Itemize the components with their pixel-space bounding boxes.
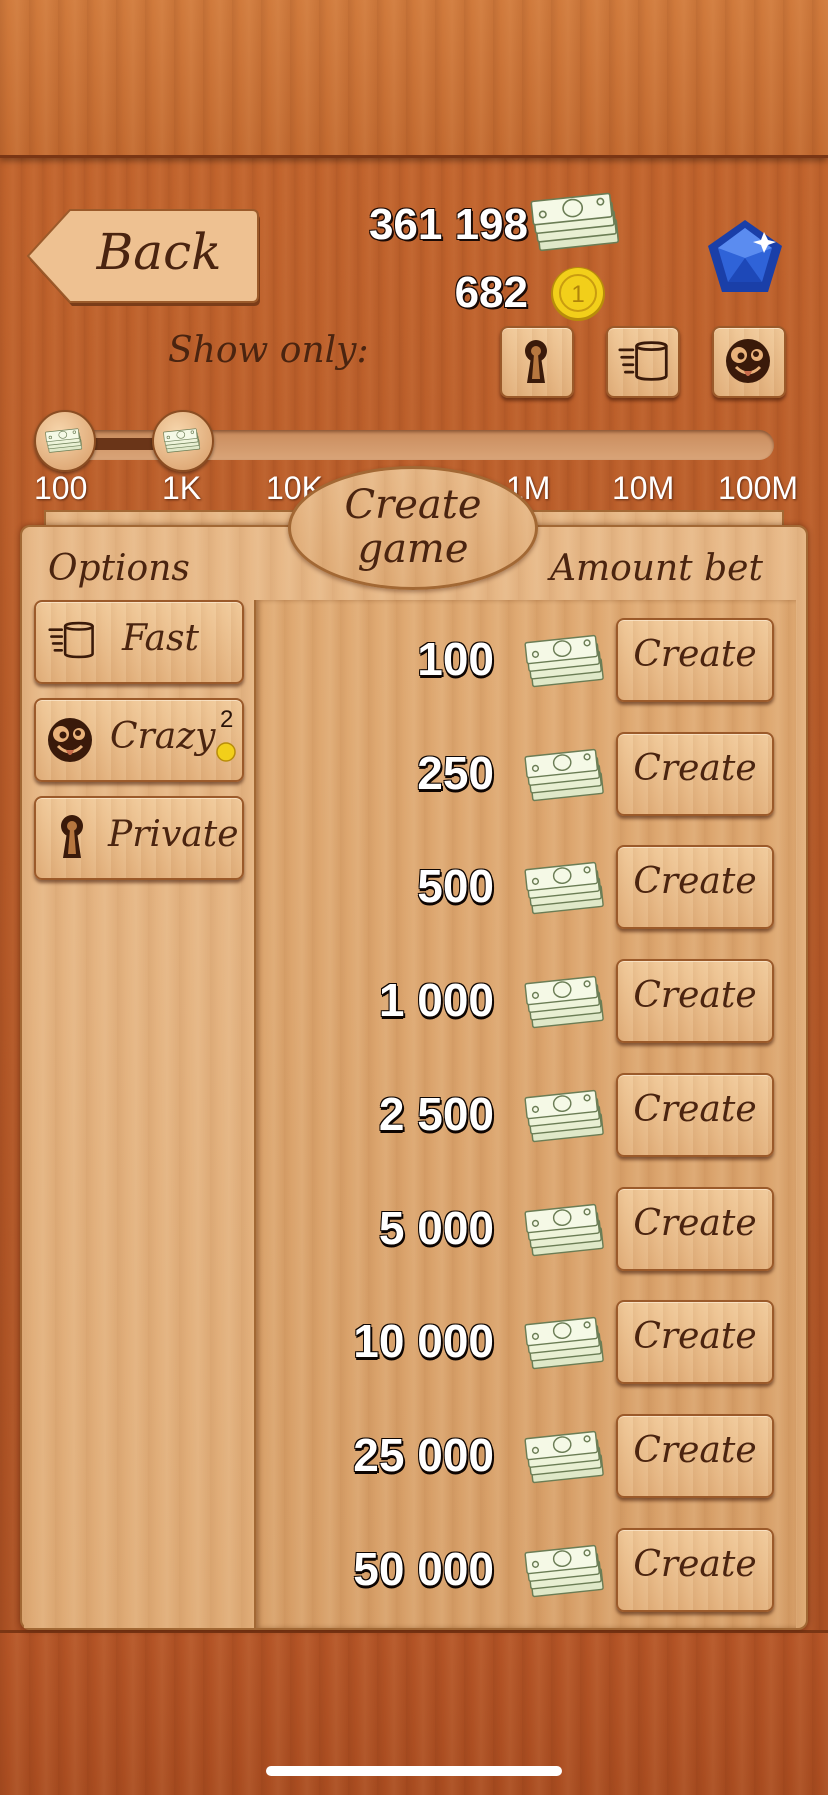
bet-row: 1 000 Create bbox=[254, 959, 794, 1044]
show-only-label: Show only: bbox=[168, 330, 369, 371]
back-button[interactable]: Back bbox=[24, 206, 262, 306]
cash-icon bbox=[524, 1201, 610, 1261]
cash-icon bbox=[524, 859, 610, 919]
bet-amount: 500 bbox=[417, 860, 494, 913]
slider-min-handle[interactable] bbox=[34, 410, 96, 472]
create-button[interactable]: Create bbox=[616, 1072, 774, 1157]
create-button-label: Create bbox=[633, 975, 757, 1017]
bet-row: 250 Create bbox=[254, 731, 794, 816]
create-button-label: Create bbox=[633, 747, 757, 789]
create-button[interactable]: Create bbox=[616, 1413, 774, 1498]
keyhole-icon bbox=[52, 812, 92, 860]
create-button-label: Create bbox=[633, 1543, 757, 1585]
bet-amount: 50 000 bbox=[353, 1542, 494, 1595]
crazy-option-toggle[interactable]: Crazy 2 bbox=[34, 698, 244, 782]
title-line-1: Create bbox=[344, 482, 482, 528]
cash-icon bbox=[524, 973, 610, 1033]
cash-icon bbox=[524, 1087, 610, 1147]
create-button[interactable]: Create bbox=[616, 731, 774, 816]
crazy-filter-button[interactable] bbox=[712, 326, 786, 398]
home-indicator bbox=[266, 1766, 562, 1776]
bet-row: 2 500 Create bbox=[254, 1072, 794, 1157]
money-balance: 361 198 bbox=[368, 200, 528, 249]
bet-row: 100 Create bbox=[254, 618, 794, 702]
create-button-label: Create bbox=[633, 1429, 757, 1471]
create-button-label: Create bbox=[633, 861, 757, 903]
svg-text:1: 1 bbox=[571, 281, 584, 308]
crazy-option-cost: 2 bbox=[220, 706, 234, 733]
cash-icon bbox=[524, 1314, 610, 1374]
fast-barrel-icon bbox=[618, 337, 670, 385]
bet-row: 500 Create bbox=[254, 845, 794, 930]
crazy-face-icon bbox=[724, 337, 772, 385]
tick-label: 10M bbox=[612, 470, 675, 506]
top-wood-band bbox=[0, 0, 828, 158]
gem-icon[interactable] bbox=[706, 218, 784, 294]
crazy-option-label: Crazy bbox=[110, 716, 216, 757]
cash-icon bbox=[524, 1428, 610, 1488]
cash-icon bbox=[163, 427, 203, 455]
create-button-label: Create bbox=[633, 1088, 757, 1130]
tick-label: 100M bbox=[718, 470, 799, 506]
coin-balance: 682 bbox=[454, 268, 528, 317]
title-line-2: game bbox=[357, 526, 469, 572]
crazy-face-icon bbox=[46, 716, 94, 764]
create-button[interactable]: Create bbox=[616, 959, 774, 1044]
cash-icon bbox=[524, 746, 610, 806]
create-button-label: Create bbox=[633, 1202, 757, 1244]
bet-row: 25 000 Create bbox=[254, 1413, 794, 1498]
back-label: Back bbox=[96, 223, 222, 281]
create-button-label: Create bbox=[633, 634, 757, 675]
tick-label: 100 bbox=[34, 470, 88, 506]
bet-row: 10 000 Create bbox=[254, 1300, 794, 1385]
private-option-label: Private bbox=[108, 814, 239, 855]
bet-amount: 5 000 bbox=[378, 1201, 494, 1254]
bet-amount: 1 000 bbox=[378, 974, 494, 1027]
fast-option-toggle[interactable]: Fast bbox=[34, 600, 244, 684]
bet-amount: 25 000 bbox=[353, 1428, 494, 1481]
create-button[interactable]: Create bbox=[616, 1527, 774, 1612]
options-header: Options bbox=[48, 548, 190, 589]
private-option-toggle[interactable]: Private bbox=[34, 796, 244, 880]
bet-amount: 100 bbox=[417, 633, 494, 685]
slider-max-handle[interactable] bbox=[152, 410, 214, 472]
create-button[interactable]: Create bbox=[616, 845, 774, 930]
cash-icon bbox=[45, 427, 85, 455]
bet-amount: 10 000 bbox=[353, 1315, 494, 1368]
cash-icon bbox=[524, 632, 610, 692]
cash-icon bbox=[530, 190, 626, 256]
bet-amount: 2 500 bbox=[378, 1087, 494, 1140]
cash-icon bbox=[524, 1542, 610, 1602]
bet-row: 50 000 Create bbox=[254, 1527, 794, 1612]
fast-barrel-icon bbox=[48, 618, 96, 662]
private-filter-button[interactable] bbox=[500, 326, 574, 398]
fast-filter-button[interactable] bbox=[606, 326, 680, 398]
gold-coin-icon: 1 bbox=[551, 267, 605, 321]
keyhole-icon bbox=[512, 337, 560, 385]
create-button[interactable]: Create bbox=[616, 1300, 774, 1385]
fast-option-label: Fast bbox=[122, 618, 199, 659]
create-button[interactable]: Create bbox=[616, 618, 774, 702]
bet-amount: 250 bbox=[417, 746, 494, 799]
create-button-label: Create bbox=[633, 1316, 757, 1358]
create-button[interactable]: Create bbox=[616, 1186, 774, 1271]
create-game-title: Create game bbox=[288, 466, 538, 590]
tick-label: 1K bbox=[162, 470, 202, 506]
amount-bet-header: Amount bet bbox=[550, 548, 763, 589]
gold-coin-icon bbox=[216, 742, 236, 762]
bet-row: 5 000 Create bbox=[254, 1186, 794, 1271]
